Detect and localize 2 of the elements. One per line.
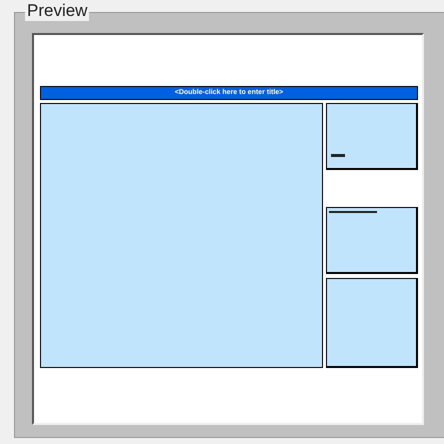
group-title: Preview <box>25 1 90 21</box>
placeholder-text-drawing <box>331 154 345 157</box>
